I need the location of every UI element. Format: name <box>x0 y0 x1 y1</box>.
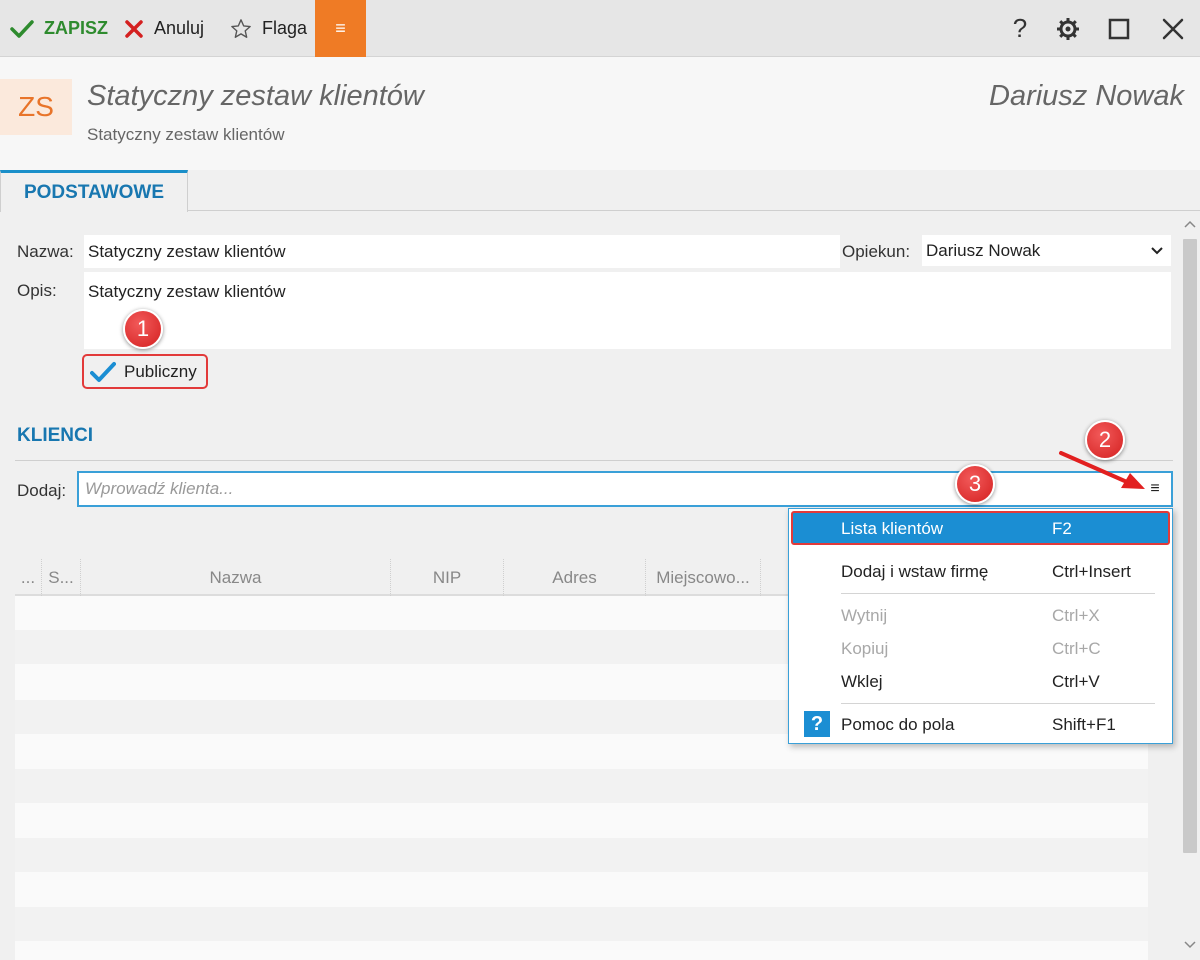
menu-item-label: Kopiuj <box>841 639 889 658</box>
record-header: ZS Statyczny zestaw klientów Statyczny z… <box>0 57 1200 170</box>
menu-item-label: Lista klientów <box>841 519 944 538</box>
chevron-up-icon <box>1184 220 1196 228</box>
chevron-down-icon <box>1184 941 1196 949</box>
public-checkbox[interactable]: Publiczny <box>82 354 208 389</box>
check-icon <box>10 19 34 38</box>
menu-item-label: Wytnij <box>841 606 888 625</box>
menu-item-label: Pomoc do pola <box>841 715 955 734</box>
page-title: Statyczny zestaw klientów <box>87 80 424 112</box>
clients-section-title: KLIENCI <box>17 425 93 446</box>
description-label: Opis: <box>17 281 57 300</box>
table-row <box>15 941 1148 960</box>
cancel-button[interactable]: Anuluj <box>124 0 204 57</box>
menu-item-label: Wklej <box>841 672 883 691</box>
save-label: ZAPISZ <box>44 18 109 38</box>
save-button[interactable]: ZAPISZ <box>10 0 108 57</box>
tab-podstawowe[interactable]: PODSTAWOWE <box>0 170 188 212</box>
scroll-thumb[interactable] <box>1183 239 1197 853</box>
owner-label: Opiekun: <box>842 242 911 261</box>
menu-separator <box>841 593 1155 594</box>
record-badge: ZS <box>0 79 72 135</box>
close-icon <box>125 19 143 38</box>
menu-item-paste[interactable]: Wklej Ctrl+V <box>789 665 1172 698</box>
menu-item-field-help[interactable]: ? Pomoc do pola Shift+F1 <box>789 708 1172 741</box>
question-icon: ? <box>1012 13 1028 43</box>
column-header-select[interactable]: ... <box>15 559 42 596</box>
menu-item-shortcut: Ctrl+Insert <box>1052 562 1131 581</box>
menu-item-shortcut: Ctrl+C <box>1052 639 1101 658</box>
menu-separator <box>841 703 1155 704</box>
name-label: Nazwa: <box>17 242 74 261</box>
add-label: Dodaj: <box>17 481 67 500</box>
help-button[interactable]: ? <box>1000 0 1040 57</box>
name-field[interactable]: Statyczny zestaw klientów <box>83 234 841 269</box>
toolbar: ZAPISZ Anuluj Flaga ≡ ? <box>0 0 1200 57</box>
section-divider <box>15 460 1173 461</box>
menu-item-shortcut: F2 <box>1052 519 1072 538</box>
cancel-label: Anuluj <box>154 18 205 38</box>
callout-3: 3 <box>955 464 995 504</box>
public-label: Publiczny <box>124 361 197 381</box>
menu-item-cut: Wytnij Ctrl+X <box>789 599 1172 632</box>
flag-label: Flaga <box>262 18 308 38</box>
owner-value: Dariusz Nowak <box>926 240 1041 260</box>
current-user: Dariusz Nowak <box>989 80 1184 112</box>
table-row <box>15 872 1148 906</box>
settings-button[interactable] <box>1048 0 1088 57</box>
add-client-field[interactable]: ≡ <box>77 471 1173 507</box>
column-header-nip[interactable]: NIP <box>391 559 504 596</box>
menu-item-client-list[interactable]: Lista klientów F2 <box>791 511 1170 545</box>
maximize-icon <box>1108 18 1130 39</box>
page-subtitle: Statyczny zestaw klientów <box>87 125 285 144</box>
column-header-status[interactable]: S... <box>42 559 81 596</box>
help-icon: ? <box>804 711 830 737</box>
menu-item-copy: Kopiuj Ctrl+C <box>789 632 1172 665</box>
flag-button[interactable]: Flaga <box>230 0 307 57</box>
gear-icon <box>1057 17 1079 40</box>
description-value: Statyczny zestaw klientów <box>88 282 286 301</box>
close-window-icon <box>1162 18 1184 39</box>
owner-select[interactable]: Dariusz Nowak <box>921 234 1172 267</box>
menu-item-add-company[interactable]: Dodaj i wstaw firmę Ctrl+Insert <box>789 555 1172 588</box>
column-header-name[interactable]: Nazwa <box>81 559 391 596</box>
close-window-button[interactable] <box>1153 0 1193 57</box>
chevron-down-icon <box>1151 247 1163 255</box>
star-icon <box>231 18 251 38</box>
menu-item-shortcut: Ctrl+X <box>1052 606 1100 625</box>
menu-item-shortcut: Ctrl+V <box>1052 672 1100 691</box>
column-header-address[interactable]: Adres <box>504 559 646 596</box>
callout-1: 1 <box>123 309 163 349</box>
vertical-scrollbar[interactable] <box>1180 213 1200 960</box>
description-field[interactable]: Statyczny zestaw klientów <box>83 271 1172 350</box>
maximize-button[interactable] <box>1099 0 1139 57</box>
table-row <box>15 769 1148 803</box>
table-row <box>15 838 1148 872</box>
hamburger-icon: ≡ <box>335 18 346 38</box>
menu-item-shortcut: Shift+F1 <box>1052 715 1116 734</box>
field-context-menu: Lista klientów F2 Dodaj i wstaw firmę Ct… <box>788 508 1173 744</box>
column-header-city[interactable]: Miejscowo... <box>646 559 761 596</box>
table-row <box>15 804 1148 838</box>
name-value: Statyczny zestaw klientów <box>88 241 286 261</box>
table-row <box>15 907 1148 941</box>
menu-item-label: Dodaj i wstaw firmę <box>841 562 989 581</box>
scroll-down-button[interactable] <box>1180 940 1200 956</box>
tab-strip: PODSTAWOWE <box>0 170 1200 212</box>
checkmark-icon <box>90 361 116 382</box>
menu-button[interactable]: ≡ <box>315 0 366 57</box>
callout-arrow-icon <box>1059 451 1145 489</box>
scroll-up-button[interactable] <box>1180 219 1200 235</box>
